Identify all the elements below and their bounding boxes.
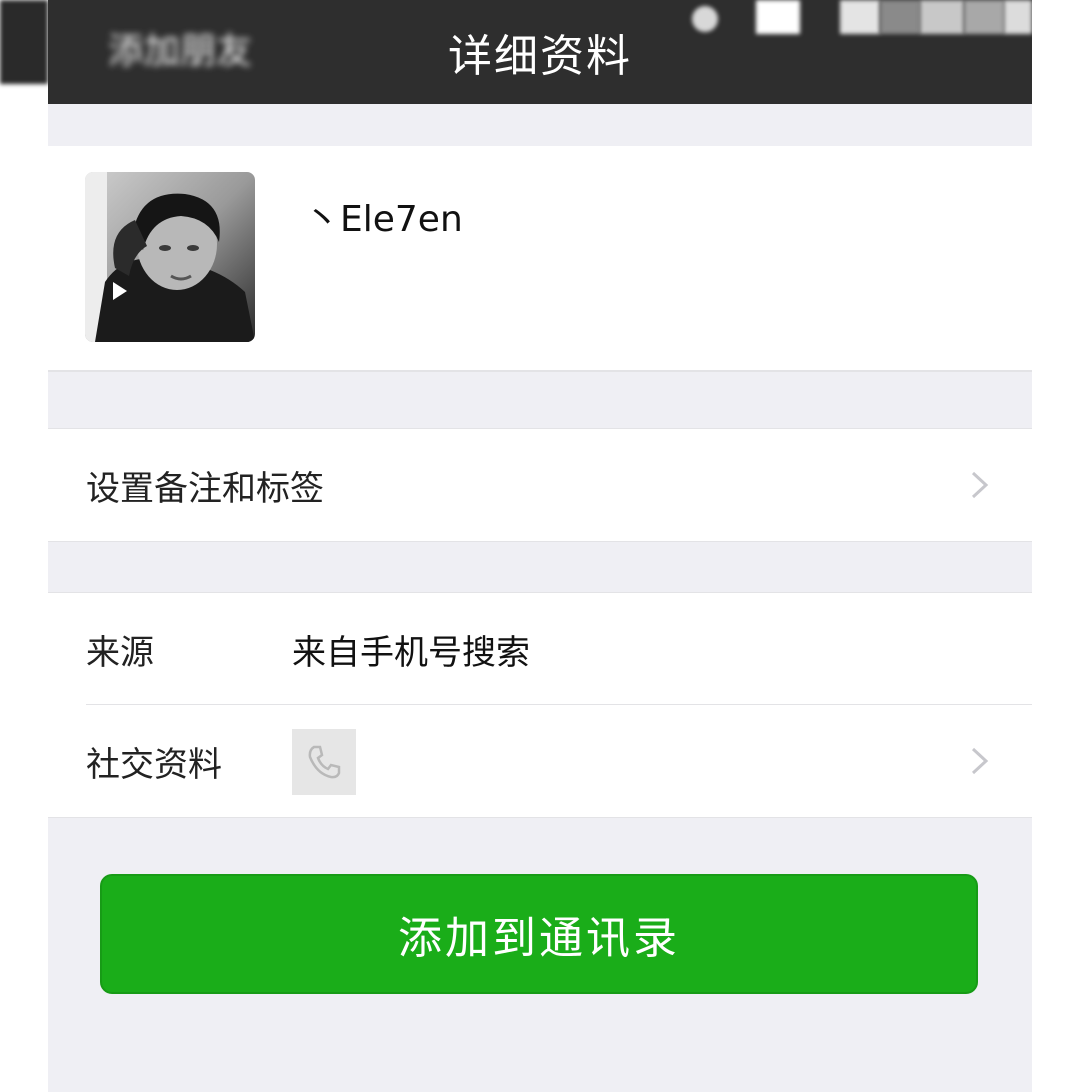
remark-tags-group: 设置备注和标签 xyxy=(48,428,1032,542)
blurred-status-area xyxy=(680,0,1032,104)
social-profile-row[interactable]: 社交资料 xyxy=(48,705,1032,817)
nickname: 丶Ele7en xyxy=(304,199,463,240)
add-to-contacts-button[interactable]: 添加到通讯录 xyxy=(100,874,978,994)
top-navigation-bar: 添加朋友 详细资料 xyxy=(48,0,1032,104)
source-row: 来源 来自手机号搜索 xyxy=(48,593,1032,705)
info-group: 来源 来自手机号搜索 社交资料 xyxy=(48,592,1032,818)
blurred-indicator xyxy=(1004,0,1032,34)
blurred-indicator xyxy=(880,0,920,34)
blurred-indicator xyxy=(840,0,880,34)
source-label: 来源 xyxy=(86,632,154,673)
chevron-right-icon xyxy=(971,471,989,499)
avatar[interactable] xyxy=(85,172,255,342)
phone-thumbnail xyxy=(292,729,356,795)
blurred-indicator xyxy=(756,0,800,34)
social-profile-label: 社交资料 xyxy=(86,744,222,785)
blurred-indicator xyxy=(920,0,964,34)
phone-icon xyxy=(308,745,341,779)
source-value: 来自手机号搜索 xyxy=(292,632,530,673)
chevron-right-icon xyxy=(971,747,989,775)
phone-screen: 添加朋友 详细资料 丶Ele7en 设置备注和标签 来源 来自手机号搜索 社交资… xyxy=(48,0,1032,1092)
blurred-corner xyxy=(0,0,48,84)
remark-tags-label: 设置备注和标签 xyxy=(86,468,324,509)
remark-tags-row[interactable]: 设置备注和标签 xyxy=(48,429,1032,541)
profile-card: 丶Ele7en xyxy=(48,146,1032,372)
blurred-indicator xyxy=(964,0,1004,34)
play-icon xyxy=(113,282,127,300)
blurred-indicator xyxy=(692,6,718,32)
avatar-photo xyxy=(85,172,255,342)
